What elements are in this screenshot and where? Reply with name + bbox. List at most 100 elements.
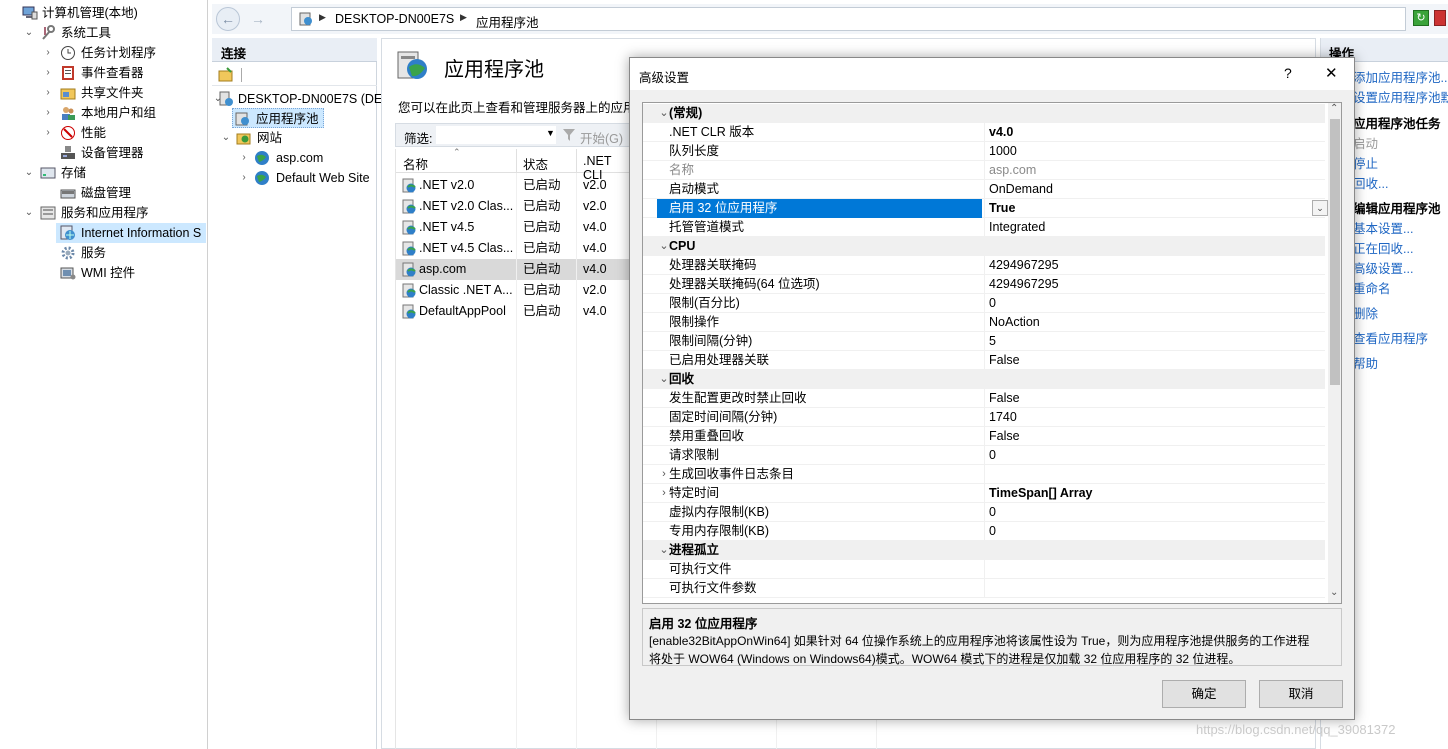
property-value[interactable]: 0 bbox=[984, 446, 1325, 465]
property-value[interactable]: asp.com bbox=[984, 161, 1325, 180]
property-value[interactable]: 0 bbox=[984, 522, 1325, 541]
chevron-right-icon[interactable]: › bbox=[238, 168, 250, 188]
property-value[interactable] bbox=[984, 579, 1325, 598]
property-row[interactable]: 限制间隔(分钟) 5 bbox=[643, 332, 1325, 351]
tree-item-local-users[interactable]: › 本地用户和组 bbox=[0, 103, 208, 123]
address-bar[interactable]: ▶ DESKTOP-DN00E7S ▶ 应用程序池 bbox=[291, 7, 1406, 31]
tree-item-services[interactable]: 服务 bbox=[0, 243, 208, 263]
ok-button[interactable]: 确定 bbox=[1162, 680, 1246, 708]
filter-input[interactable] bbox=[436, 126, 556, 144]
tree-item-shared-folders[interactable]: › 共享文件夹 bbox=[0, 83, 208, 103]
property-value[interactable]: True bbox=[984, 199, 1325, 218]
property-row[interactable]: 队列长度 1000 bbox=[643, 142, 1325, 161]
tree-item-storage[interactable]: ⌄ 存储 bbox=[0, 163, 208, 183]
property-grid-scrollbar[interactable]: ⌃ ⌄ bbox=[1328, 103, 1341, 603]
property-value[interactable]: 1000 bbox=[984, 142, 1325, 161]
property-row[interactable]: 托管管道模式 Integrated bbox=[643, 218, 1325, 237]
property-value[interactable]: OnDemand bbox=[984, 180, 1325, 199]
property-value[interactable]: TimeSpan[] Array bbox=[984, 484, 1325, 503]
property-value[interactable]: False bbox=[984, 389, 1325, 408]
chevron-right-icon[interactable]: › bbox=[42, 103, 54, 123]
action-rename[interactable]: 重命名 bbox=[1353, 279, 1391, 299]
tree-item-system-tools[interactable]: ⌄ 系统工具 bbox=[0, 23, 208, 43]
property-value[interactable]: 4294967295 bbox=[984, 275, 1325, 294]
forward-button[interactable]: → bbox=[246, 7, 270, 31]
chevron-right-icon[interactable]: › bbox=[42, 123, 54, 143]
tree-item-event-viewer[interactable]: › 事件查看器 bbox=[0, 63, 208, 83]
column-header-status[interactable]: 状态 bbox=[523, 154, 548, 173]
table-row[interactable]: .NET v4.5 Clas... 已启动 v4.0 bbox=[396, 238, 629, 259]
action-set-defaults[interactable]: 设置应用程序池默 bbox=[1353, 88, 1448, 108]
scroll-down-icon[interactable]: ⌄ bbox=[1330, 587, 1338, 598]
property-value[interactable] bbox=[984, 465, 1325, 484]
tree-item-performance[interactable]: › 性能 bbox=[0, 123, 208, 143]
chevron-down-icon[interactable]: ⌄ bbox=[220, 128, 232, 148]
property-row[interactable]: 已启用处理器关联 False bbox=[643, 351, 1325, 370]
conn-site-aspcom[interactable]: › asp.com bbox=[212, 148, 377, 168]
property-row[interactable]: 请求限制 0 bbox=[643, 446, 1325, 465]
refresh-icon[interactable]: ↻ bbox=[1413, 10, 1429, 26]
connect-icon[interactable] bbox=[218, 67, 234, 83]
property-row[interactable]: 固定时间间隔(分钟) 1740 bbox=[643, 408, 1325, 427]
value-dropdown-icon[interactable]: ⌄ bbox=[1312, 200, 1328, 216]
action-recycle[interactable]: 回收... bbox=[1353, 174, 1388, 194]
chevron-right-icon[interactable]: › bbox=[42, 83, 54, 103]
property-value[interactable]: Integrated bbox=[984, 218, 1325, 237]
column-header-name[interactable]: 名称 bbox=[403, 154, 428, 173]
property-row[interactable]: 可执行文件 bbox=[643, 560, 1325, 579]
start-filter-button[interactable]: 开始(G) bbox=[580, 128, 623, 147]
property-row[interactable]: 启动模式 OnDemand bbox=[643, 180, 1325, 199]
action-stop[interactable]: 停止 bbox=[1353, 154, 1378, 174]
table-row[interactable]: .NET v4.5 已启动 v4.0 bbox=[396, 217, 629, 238]
property-category[interactable]: ⌄ CPU bbox=[643, 237, 1325, 256]
property-row[interactable]: 限制(百分比) 0 bbox=[643, 294, 1325, 313]
property-row[interactable]: 处理器关联掩码(64 位选项) 4294967295 bbox=[643, 275, 1325, 294]
property-value[interactable]: 1740 bbox=[984, 408, 1325, 427]
table-row[interactable]: .NET v2.0 Clas... 已启动 v2.0 bbox=[396, 196, 629, 217]
conn-site-default[interactable]: › Default Web Site bbox=[212, 168, 377, 188]
tree-item-device-manager[interactable]: 设备管理器 bbox=[0, 143, 208, 163]
tree-item-wmi[interactable]: WMI 控件 bbox=[0, 263, 208, 283]
table-row[interactable]: DefaultAppPool 已启动 v4.0 bbox=[396, 301, 629, 322]
action-view-apps[interactable]: 查看应用程序 bbox=[1353, 329, 1428, 349]
property-row[interactable]: 禁用重叠回收 False bbox=[643, 427, 1325, 446]
conn-server[interactable]: ⌄ DESKTOP-DN00E7S (DE bbox=[212, 89, 382, 109]
filter-dropdown-icon[interactable]: ▼ bbox=[546, 128, 555, 138]
action-delete[interactable]: 删除 bbox=[1353, 304, 1378, 324]
chevron-right-icon[interactable]: › bbox=[42, 63, 54, 83]
property-row[interactable]: 专用内存限制(KB) 0 bbox=[643, 522, 1325, 541]
conn-sites[interactable]: ⌄ 网站 bbox=[212, 128, 377, 148]
tree-item-root[interactable]: 计算机管理(本地) bbox=[0, 3, 208, 23]
tree-item-services-apps[interactable]: ⌄ 服务和应用程序 bbox=[0, 203, 208, 223]
help-button[interactable]: ? bbox=[1284, 65, 1292, 81]
property-value[interactable]: 0 bbox=[984, 503, 1325, 522]
chevron-down-icon[interactable]: ⌄ bbox=[23, 203, 35, 223]
property-value[interactable]: NoAction bbox=[984, 313, 1325, 332]
property-row[interactable]: .NET CLR 版本 v4.0 bbox=[643, 123, 1325, 142]
chevron-right-icon[interactable]: › bbox=[238, 148, 250, 168]
property-row[interactable]: 处理器关联掩码 4294967295 bbox=[643, 256, 1325, 275]
property-row[interactable]: 可执行文件参数 bbox=[643, 579, 1325, 598]
chevron-down-icon[interactable]: ⌄ bbox=[23, 23, 35, 43]
property-value[interactable]: v4.0 bbox=[984, 123, 1325, 142]
conn-app-pools[interactable]: 应用程序池 bbox=[232, 108, 324, 128]
property-row[interactable]: 限制操作 NoAction bbox=[643, 313, 1325, 332]
property-row[interactable]: 名称 asp.com bbox=[643, 161, 1325, 180]
property-value[interactable] bbox=[984, 560, 1325, 579]
action-add-app-pool[interactable]: 添加应用程序池... bbox=[1353, 68, 1448, 88]
property-value[interactable]: 0 bbox=[984, 294, 1325, 313]
back-button[interactable]: ← bbox=[216, 7, 240, 31]
action-basic-settings[interactable]: 基本设置... bbox=[1353, 219, 1413, 239]
property-row[interactable]: › 生成回收事件日志条目 bbox=[643, 465, 1325, 484]
chevron-right-icon[interactable]: › bbox=[42, 43, 54, 63]
tree-item-task-scheduler[interactable]: › 任务计划程序 bbox=[0, 43, 208, 63]
property-row[interactable]: › 特定时间 TimeSpan[] Array bbox=[643, 484, 1325, 503]
property-value[interactable]: 4294967295 bbox=[984, 256, 1325, 275]
chevron-down-icon[interactable]: ⌄ bbox=[23, 163, 35, 183]
cancel-button[interactable]: 取消 bbox=[1259, 680, 1343, 708]
property-row[interactable] bbox=[643, 598, 1325, 603]
breadcrumb-app-pools[interactable]: 应用程序池 bbox=[476, 12, 539, 31]
action-recycling[interactable]: 正在回收... bbox=[1353, 239, 1413, 259]
action-advanced-settings[interactable]: 高级设置... bbox=[1353, 259, 1413, 279]
property-row[interactable]: 启用 32 位应用程序 True ⌄ bbox=[643, 199, 1328, 218]
